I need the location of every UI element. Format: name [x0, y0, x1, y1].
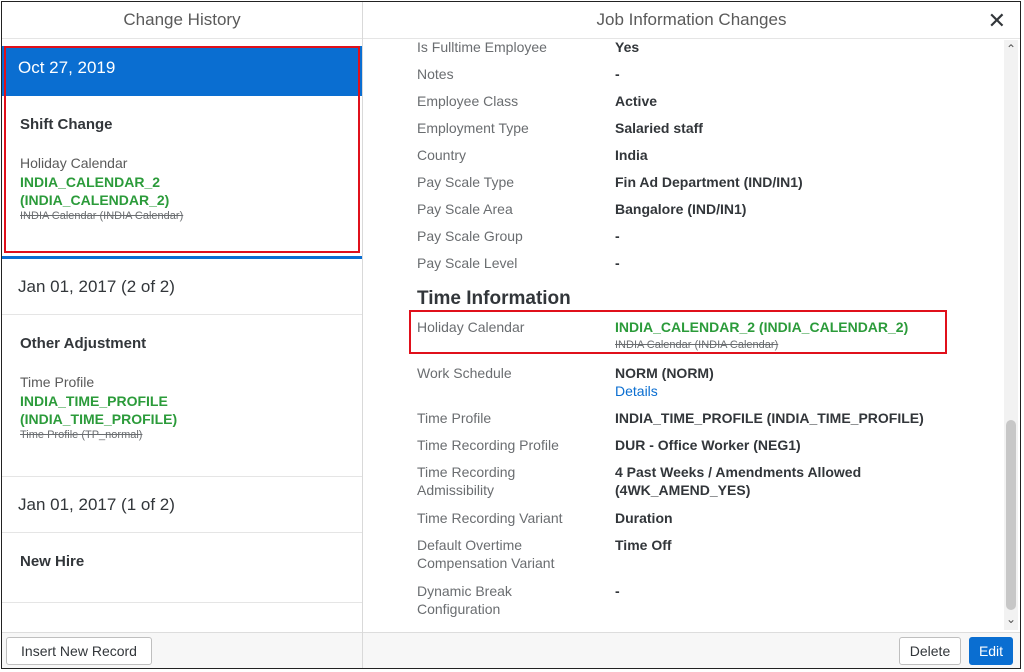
change-history-dialog: Change History Oct 27, 2019 Shift Change…	[1, 1, 1021, 669]
new-value: INDIA_CALENDAR_2	[20, 174, 161, 190]
field-label-cont: Configuration	[417, 601, 501, 617]
field-value: DUR - Office Worker (NEG1)	[615, 437, 801, 453]
details-link[interactable]: Details	[615, 382, 985, 400]
field-label: Work Schedule	[417, 365, 512, 381]
field-value: India	[615, 147, 648, 163]
section-title: Time Information	[417, 288, 571, 309]
field-label: Employee Class	[417, 93, 519, 109]
field-label: Time Recording Profile	[417, 437, 559, 453]
field-label: Dynamic Break	[417, 583, 512, 599]
delete-button[interactable]: Delete	[899, 637, 961, 665]
chevron-down-icon[interactable]: ⌄	[1004, 612, 1018, 626]
record-detail[interactable]: Other Adjustment Time Profile INDIA_TIME…	[2, 315, 362, 477]
field-label: Employment Type	[417, 120, 529, 136]
scrollbar-thumb[interactable]	[1006, 420, 1016, 610]
field-value: -	[615, 228, 620, 244]
field-label: Is Fulltime Employee	[417, 39, 547, 55]
field-label-group: Default Overtime Compensation Variant	[417, 536, 597, 572]
edit-button[interactable]: Edit	[969, 637, 1013, 665]
insert-new-record-button[interactable]: Insert New Record	[6, 637, 152, 665]
job-info-title: Job Information Changes ✕	[363, 2, 1020, 39]
field-value: Time Off	[615, 537, 672, 553]
record-detail[interactable]: New Hire	[2, 533, 362, 603]
field-value: -	[615, 66, 620, 82]
left-footer: Insert New Record	[2, 632, 362, 668]
job-info-fields: Is Fulltime Employee Yes Notes - Employe…	[363, 38, 1003, 630]
job-information-panel: Job Information Changes ✕ Is Fulltime Em…	[363, 2, 1020, 668]
record-date-selected[interactable]: Oct 27, 2019	[2, 46, 362, 96]
record-date[interactable]: Jan 01, 2017 (2 of 2)	[2, 259, 362, 315]
field-label: Notes	[417, 66, 454, 82]
scrollbar[interactable]	[1004, 40, 1018, 630]
new-value: INDIA_TIME_PROFILE	[20, 393, 168, 409]
field-value-group: 4 Past Weeks / Amendments Allowed (4WK_A…	[615, 463, 985, 499]
field-value: Duration	[615, 510, 673, 526]
field-label: Pay Scale Level	[417, 255, 518, 271]
field-label: Pay Scale Area	[417, 201, 513, 217]
chevron-up-icon[interactable]: ⌃	[1004, 42, 1018, 56]
field-label: Time Recording Variant	[417, 510, 563, 526]
change-history-panel: Change History Oct 27, 2019 Shift Change…	[2, 2, 363, 668]
field-value: Salaried staff	[615, 120, 703, 136]
field-value: Bangalore (IND/IN1)	[615, 201, 747, 217]
field-value-cont: (4WK_AMEND_YES)	[615, 482, 751, 498]
field-label: Time Profile	[417, 410, 492, 426]
record-date[interactable]: Jan 01, 2017 (1 of 2)	[2, 477, 362, 533]
job-info-title-text: Job Information Changes	[596, 10, 787, 29]
field-value: -	[615, 255, 620, 271]
field-label: Holiday Calendar	[20, 155, 128, 171]
field-value: NORM (NORM)	[615, 365, 714, 381]
field-value: Fin Ad Department (IND/IN1)	[615, 174, 803, 190]
field-label: Time Profile	[20, 374, 95, 390]
field-label-cont: Compensation Variant	[417, 555, 555, 571]
right-footer: Delete Edit	[363, 632, 1020, 668]
field-label: Country	[417, 147, 467, 163]
new-value-cont: (INDIA_CALENDAR_2)	[20, 192, 170, 208]
field-value: Active	[615, 93, 658, 109]
field-label: Default Overtime	[417, 537, 523, 553]
event-title: New Hire	[20, 553, 85, 570]
field-label: Pay Scale Type	[417, 174, 515, 190]
event-title: Shift Change	[20, 116, 113, 133]
field-label-cont: Admissibility	[417, 482, 495, 498]
field-label-group: Dynamic Break Configuration	[417, 582, 597, 618]
old-value: INDIA Calendar (INDIA Calendar)	[20, 210, 184, 222]
field-value-group: NORM (NORM) Details	[615, 364, 985, 400]
field-label: Time Recording	[417, 464, 516, 480]
old-value: Time Profile (TP_normal)	[20, 429, 143, 441]
field-value: Yes	[615, 39, 640, 55]
change-history-title: Change History	[2, 2, 362, 39]
record-detail-selected[interactable]: Shift Change Holiday Calendar INDIA_CALE…	[2, 96, 362, 256]
field-value: 4 Past Weeks / Amendments Allowed	[615, 464, 862, 480]
field-label-group: Time Recording Admissibility	[417, 463, 597, 499]
close-icon[interactable]: ✕	[988, 8, 1006, 34]
highlight-box	[409, 310, 947, 354]
field-value: INDIA_TIME_PROFILE (INDIA_TIME_PROFILE)	[615, 410, 924, 426]
new-value-cont: (INDIA_TIME_PROFILE)	[20, 411, 178, 427]
field-value: -	[615, 583, 620, 599]
event-title: Other Adjustment	[20, 335, 147, 352]
field-label: Pay Scale Group	[417, 228, 523, 244]
